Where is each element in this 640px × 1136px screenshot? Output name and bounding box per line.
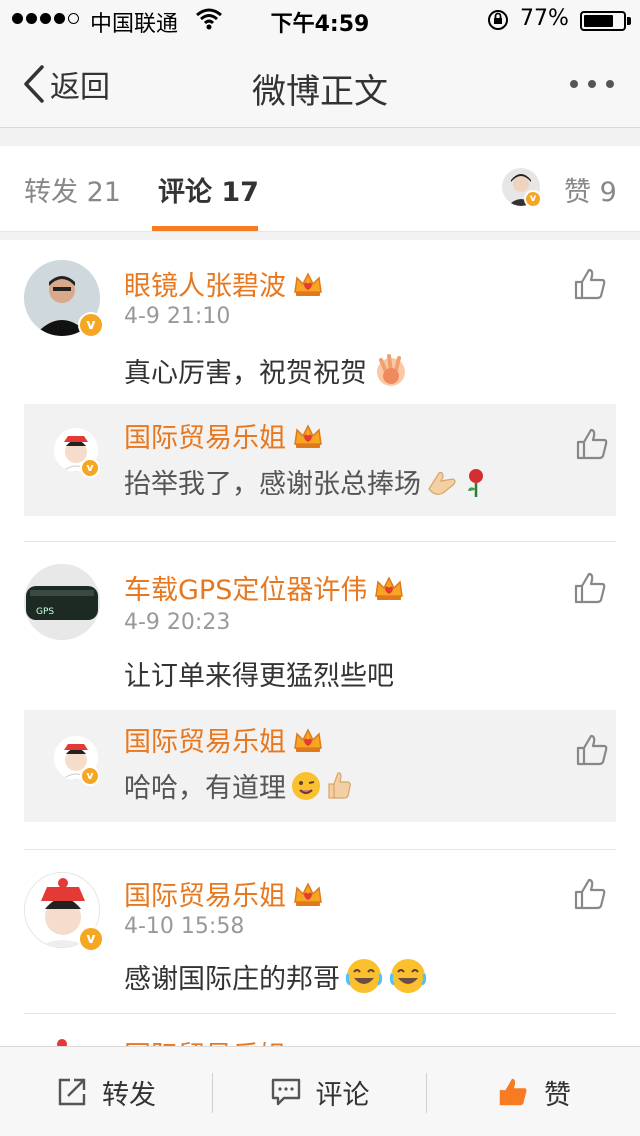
comment-time: 4-9 20:23 [124, 610, 231, 635]
comment-label: 评论 [315, 1079, 370, 1111]
reply-text: 抬举我了，感谢张总捧场 [124, 462, 489, 501]
author-name: 国际贸易乐姐 [124, 727, 286, 758]
status-bar: 中国联通 下午4:59 77% [0, 0, 640, 40]
comment-button[interactable]: 评论 [213, 1047, 426, 1136]
emoji-laugh-icon [345, 959, 383, 993]
thumb-up-icon[interactable] [572, 876, 608, 912]
emoji-clap-icon [377, 354, 405, 386]
crown-icon [294, 727, 322, 752]
verified-badge-icon: v [78, 312, 104, 338]
crown-icon [294, 423, 322, 448]
author-name: 国际贸易乐姐 [124, 423, 286, 454]
comment-icon [271, 1078, 300, 1106]
reply-box: v 国际贸易乐姐 抬举我了，感谢张总捧场 [24, 404, 616, 516]
verified-badge-icon: v [78, 926, 104, 952]
crown-icon [294, 271, 322, 296]
divider [24, 541, 616, 542]
section-gap-2 [0, 232, 640, 240]
author-name: 国际贸易乐姐 [124, 881, 286, 912]
thumb-up-icon[interactable] [572, 570, 608, 606]
verified-badge-icon: v [80, 766, 100, 786]
comment-item: v 眼镜人张碧波 4-9 21:10 真心厉害，祝贺祝贺 v 国际贸易乐姐 抬举… [0, 240, 640, 542]
comment-body: 感谢国际庄的邦哥 [124, 963, 340, 995]
comment-author[interactable]: 眼镜人张碧波 [124, 264, 324, 303]
emoji-laugh-icon [389, 959, 427, 993]
author-name: 眼镜人张碧波 [124, 271, 286, 302]
thumb-up-icon[interactable] [574, 426, 610, 462]
comment-time: 4-10 15:58 [124, 914, 245, 939]
comment-text: 感谢国际庄的邦哥 [124, 956, 428, 996]
repost-icon [58, 1078, 86, 1106]
verified-badge-icon: v [524, 190, 542, 208]
crown-icon [294, 881, 322, 906]
section-gap [0, 128, 640, 146]
like-label: 赞 [544, 1079, 571, 1111]
comment-item: GPS 车载GPS定位器许伟 4-9 20:23 让订单来得更猛烈些吧 v 国际… [0, 544, 640, 850]
thumb-up-icon [499, 1078, 527, 1106]
battery-percent: 77% [520, 6, 569, 31]
tab-repost[interactable]: 转发 21 [24, 170, 121, 209]
emoji-thumb-icon [328, 771, 351, 799]
emoji-rose-icon [468, 468, 483, 497]
emoji-wink-icon [292, 771, 320, 800]
author-name: 车载GPS定位器许伟 [124, 575, 368, 606]
reply-box: v 国际贸易乐姐 哈哈，有道理 [24, 710, 616, 822]
more-icon[interactable] [570, 80, 614, 88]
battery-tip [627, 17, 631, 25]
page-title: 微博正文 [252, 72, 388, 112]
thumb-up-icon[interactable] [574, 732, 610, 768]
comment-text: 让订单来得更猛烈些吧 [124, 654, 394, 693]
verified-badge-icon: v [80, 458, 100, 478]
comment-item: v 国际贸易乐姐 4-10 15:58 感谢国际庄的邦哥 [0, 850, 640, 1014]
tab-like[interactable]: 赞 9 [564, 170, 617, 209]
bottom-toolbar: 转发 评论 赞 [0, 1046, 640, 1136]
repost-button[interactable]: 转发 [0, 1047, 212, 1136]
avatar[interactable]: GPS [24, 564, 100, 640]
like-button[interactable]: 赞 [427, 1047, 640, 1136]
reply-author[interactable]: 国际贸易乐姐 [124, 720, 324, 759]
reply-body: 抬举我了，感谢张总捧场 [124, 469, 421, 500]
thumb-up-icon[interactable] [572, 266, 608, 302]
comment-author[interactable]: 车载GPS定位器许伟 [124, 568, 405, 607]
reply-author[interactable]: 国际贸易乐姐 [124, 416, 324, 455]
active-tab-indicator [152, 226, 258, 231]
comment-text: 真心厉害，祝贺祝贺 [124, 350, 411, 390]
reply-text: 哈哈，有道理 [124, 766, 354, 805]
emoji-clap-icon [428, 471, 456, 495]
comment-author[interactable]: 国际贸易乐姐 [124, 874, 324, 913]
comment-body: 真心厉害，祝贺祝贺 [124, 357, 367, 389]
svg-text:GPS: GPS [36, 607, 54, 617]
battery-level [584, 15, 613, 27]
reply-body: 哈哈，有道理 [124, 773, 286, 804]
rotation-lock-icon [488, 10, 508, 30]
comment-time: 4-9 21:10 [124, 304, 231, 329]
tab-bar: 转发 21 评论 17 v 赞 9 [0, 146, 640, 232]
battery-icon [580, 11, 626, 31]
crown-icon [375, 575, 404, 600]
nav-bar: 返回 微博正文 [0, 40, 640, 128]
repost-label: 转发 [102, 1079, 156, 1111]
comment-body: 让订单来得更猛烈些吧 [124, 661, 394, 692]
tab-comment[interactable]: 评论 17 [158, 170, 259, 209]
